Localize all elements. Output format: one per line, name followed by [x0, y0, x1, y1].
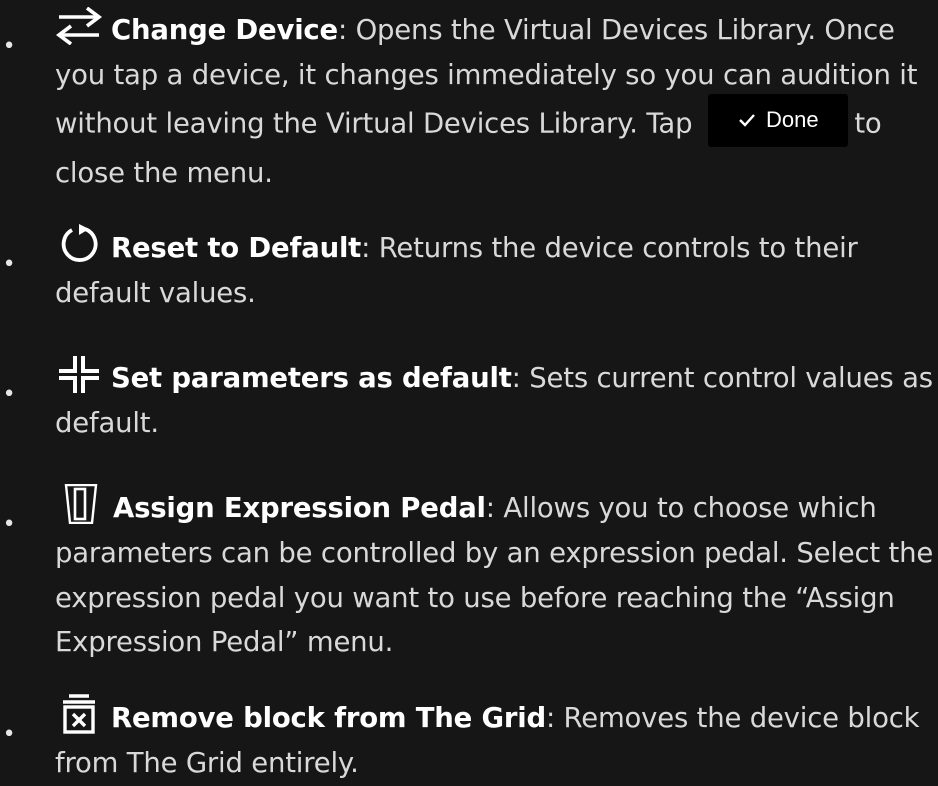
- term-reset-default: Reset to Default: [111, 232, 362, 264]
- item-text: Assign Expression Pedal: Allows you to c…: [55, 484, 935, 665]
- item-text: Reset to Default: Returns the device con…: [55, 224, 935, 316]
- term-remove-block: Remove block from The Grid: [111, 702, 546, 734]
- item-text: Change Device: Opens the Virtual Devices…: [55, 7, 935, 195]
- term-expression-pedal: Assign Expression Pedal: [113, 492, 486, 524]
- bullet: •: [2, 252, 16, 277]
- expression-pedal-icon: [63, 484, 99, 524]
- bullet: •: [2, 382, 16, 407]
- done-button[interactable]: Done: [708, 93, 849, 147]
- bullet: •: [2, 34, 16, 59]
- item-text: Set parameters as default: Sets current …: [55, 356, 935, 446]
- bullet: •: [2, 722, 16, 747]
- bullet: •: [2, 512, 16, 537]
- checkmark-icon: [738, 98, 756, 143]
- term-change-device: Change Device: [111, 14, 338, 46]
- term-set-default: Set parameters as default: [111, 362, 512, 394]
- reset-icon: [55, 224, 103, 264]
- done-button-label: Done: [766, 106, 819, 132]
- remove-block-icon: [55, 694, 103, 734]
- set-default-icon: [55, 354, 103, 394]
- swap-arrows-icon: [55, 7, 103, 45]
- item-text: Remove block from The Grid: Removes the …: [55, 694, 935, 786]
